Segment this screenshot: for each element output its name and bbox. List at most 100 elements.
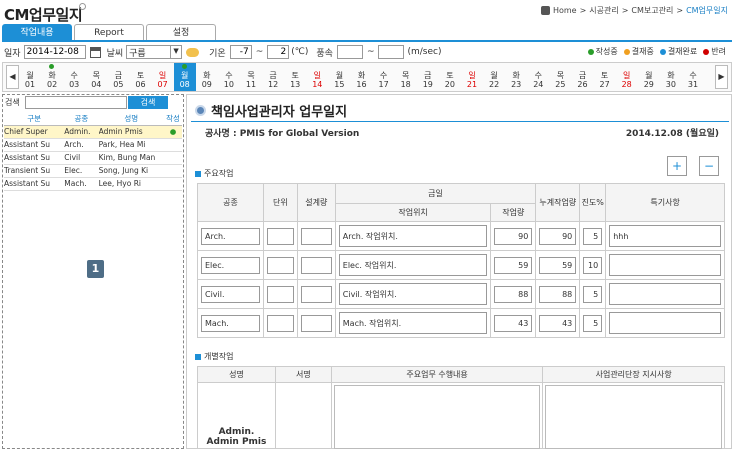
- cum-qty-input[interactable]: 88: [539, 285, 577, 303]
- wind-max-input[interactable]: [378, 45, 405, 59]
- col-name[interactable]: 성명: [98, 113, 164, 126]
- calendar-day-06[interactable]: 토 06: [130, 63, 152, 91]
- tab-work[interactable]: 작업내용: [2, 24, 72, 41]
- calendar-day-10[interactable]: 수 10: [218, 63, 240, 91]
- progress-input[interactable]: 10: [583, 256, 603, 274]
- trade-input[interactable]: Civil.: [201, 285, 260, 303]
- temp-max-input[interactable]: [267, 45, 290, 59]
- calendar-day-02[interactable]: 화 02: [41, 63, 63, 91]
- calendar-day-27[interactable]: 토 27: [594, 63, 616, 91]
- weather-select[interactable]: 구름 ▼: [126, 45, 183, 59]
- table-row[interactable]: Chief Super Admin. Admin Pmis ●: [4, 125, 182, 139]
- wind-min-input[interactable]: [336, 45, 363, 59]
- page-title-text: 책임사업관리자 업무일지: [211, 105, 348, 120]
- calendar-day-26[interactable]: 금 26: [572, 63, 594, 91]
- progress-input[interactable]: 5: [583, 227, 603, 245]
- add-row-button[interactable]: +: [667, 156, 687, 176]
- calendar-day-11[interactable]: 목 11: [240, 63, 262, 91]
- note-input[interactable]: [609, 254, 721, 276]
- calendar-day-17[interactable]: 수 17: [373, 63, 395, 91]
- calendar-day-01[interactable]: 월 01: [19, 63, 41, 91]
- location-input[interactable]: Elec. 작업위치.: [338, 254, 488, 276]
- design-qty-input[interactable]: [300, 285, 332, 303]
- design-qty-input[interactable]: [300, 314, 332, 332]
- calendar-icon[interactable]: [89, 46, 101, 58]
- calendar-day-20[interactable]: 토 20: [439, 63, 461, 91]
- calendar-day-28[interactable]: 일 28: [616, 63, 638, 91]
- temp-min-input[interactable]: [229, 45, 252, 59]
- calendar-day-16[interactable]: 화 16: [351, 63, 373, 91]
- staff-search-input[interactable]: [25, 96, 127, 109]
- calendar-day-29[interactable]: 월 29: [638, 63, 660, 91]
- tab-underline: [2, 40, 732, 42]
- trade-input[interactable]: Elec.: [201, 256, 260, 274]
- search-label: 검색: [5, 98, 20, 107]
- work-qty-input[interactable]: 59: [494, 256, 533, 274]
- calendar-day-07[interactable]: 일 07: [152, 63, 174, 91]
- table-row[interactable]: Assistant Su Mach. Lee, Hyo Ri: [4, 177, 182, 191]
- calendar-day-21[interactable]: 일 21: [461, 63, 483, 91]
- calendar-day-22[interactable]: 월 22: [483, 63, 505, 91]
- breadcrumb-level2[interactable]: CM보고관리: [631, 5, 673, 16]
- trade-input[interactable]: Mach.: [201, 314, 260, 332]
- cum-qty-input[interactable]: 59: [539, 256, 577, 274]
- design-qty-input[interactable]: [300, 256, 332, 274]
- date-input[interactable]: [23, 45, 86, 59]
- work-qty-input[interactable]: 43: [494, 314, 533, 332]
- breadcrumb-home[interactable]: Home: [553, 6, 577, 15]
- tab-report[interactable]: Report: [74, 24, 144, 41]
- prev-month-button[interactable]: ◀: [6, 65, 19, 89]
- home-icon[interactable]: [540, 6, 550, 15]
- main-work-content[interactable]: [330, 382, 544, 449]
- work-qty-input[interactable]: 90: [494, 227, 533, 245]
- calendar-day-08[interactable]: 월 08: [173, 63, 196, 91]
- signature-cell[interactable]: [274, 382, 332, 449]
- table-row[interactable]: Assistant Su Arch. Park, Hea Mi: [4, 138, 182, 152]
- calendar-day-23[interactable]: 화 23: [505, 63, 527, 91]
- next-month-button[interactable]: ▶: [715, 65, 728, 89]
- calendar-day-04[interactable]: 목 04: [85, 63, 107, 91]
- app-title: CM업무일지: [4, 6, 83, 24]
- unit-input[interactable]: [266, 227, 294, 245]
- calendar-day-03[interactable]: 수 03: [63, 63, 85, 91]
- table-row[interactable]: Assistant Su Civil Kim, Bung Man: [4, 151, 182, 165]
- calendar-day-05[interactable]: 금 05: [107, 63, 129, 91]
- breadcrumb-level1[interactable]: 시공관리: [589, 5, 618, 16]
- progress-input[interactable]: 5: [583, 285, 603, 303]
- cum-qty-input[interactable]: 43: [539, 314, 577, 332]
- calendar-day-18[interactable]: 목 18: [395, 63, 417, 91]
- calendar-day-30[interactable]: 화 30: [660, 63, 682, 91]
- calendar-day-24[interactable]: 수 24: [527, 63, 549, 91]
- calendar-day-31[interactable]: 수 31: [682, 63, 704, 91]
- tab-settings[interactable]: 설정: [146, 24, 216, 41]
- calendar-day-14[interactable]: 일 14: [306, 63, 328, 91]
- unit-input[interactable]: [266, 314, 294, 332]
- location-input[interactable]: Mach. 작업위치.: [338, 312, 488, 334]
- calendar-day-13[interactable]: 토 13: [284, 63, 306, 91]
- progress-input[interactable]: 5: [583, 314, 603, 332]
- col-trade[interactable]: 공종: [64, 113, 99, 126]
- col-category[interactable]: 구분: [4, 113, 65, 126]
- calendar-day-25[interactable]: 목 25: [549, 63, 571, 91]
- cum-qty-input[interactable]: 90: [539, 227, 577, 245]
- calendar-day-09[interactable]: 화 09: [196, 63, 218, 91]
- note-input[interactable]: [609, 312, 721, 334]
- calendar-day-12[interactable]: 금 12: [262, 63, 284, 91]
- unit-input[interactable]: [266, 256, 294, 274]
- instruction-content[interactable]: [542, 382, 725, 449]
- trade-input[interactable]: Arch.: [201, 227, 260, 245]
- work-qty-input[interactable]: 88: [494, 285, 533, 303]
- remove-row-button[interactable]: −: [699, 156, 719, 176]
- note-input[interactable]: hhh: [609, 225, 721, 247]
- note-input[interactable]: [609, 283, 721, 305]
- location-input[interactable]: Civil. 작업위치.: [338, 283, 488, 305]
- table-row[interactable]: Transient Su Elec. Song, Jung Ki: [4, 164, 182, 178]
- calendar-day-19[interactable]: 금 19: [417, 63, 439, 91]
- info-icon[interactable]: [79, 3, 86, 10]
- design-qty-input[interactable]: [300, 227, 332, 245]
- search-button[interactable]: 검색: [128, 96, 168, 109]
- col-status[interactable]: 작성: [163, 113, 182, 126]
- calendar-day-15[interactable]: 월 15: [328, 63, 350, 91]
- location-input[interactable]: Arch. 작업위치.: [338, 225, 488, 247]
- unit-input[interactable]: [266, 285, 294, 303]
